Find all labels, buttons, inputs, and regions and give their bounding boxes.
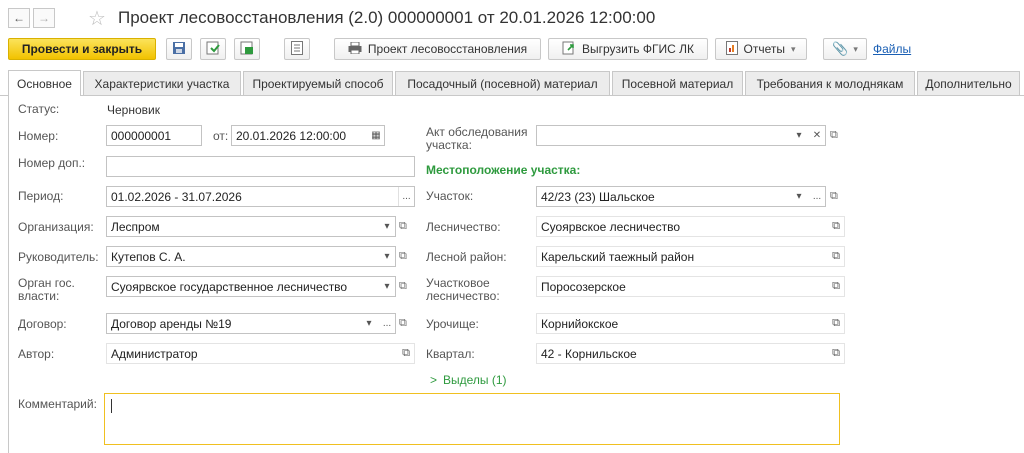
structure-button[interactable]: [284, 38, 310, 60]
quarter-label: Квартал:: [426, 347, 475, 361]
survey-field[interactable]: ▾ ✕: [536, 125, 826, 146]
open-link-icon[interactable]: ⧉: [399, 250, 407, 263]
tab-main[interactable]: Основное: [8, 70, 81, 96]
chevron-down-icon[interactable]: ▾: [379, 277, 395, 296]
open-link-icon[interactable]: ⧉: [830, 190, 838, 203]
open-link-icon[interactable]: ⧉: [828, 247, 844, 266]
project-print-button[interactable]: Проект лесовосстановления: [334, 38, 541, 60]
export-fgis-button[interactable]: Выгрузить ФГИС ЛК: [548, 38, 708, 60]
chevron-down-icon[interactable]: ▾: [379, 247, 395, 266]
plot-label: Участок:: [426, 189, 474, 203]
content-left-border: [8, 96, 9, 453]
tab-youngstock-requirements[interactable]: Требования к молоднякам: [745, 71, 915, 95]
back-button[interactable]: ←: [8, 8, 30, 28]
forestry-label: Лесничество:: [426, 220, 501, 234]
local-forestry-label-line2: лесничество:: [426, 289, 500, 303]
contract-field[interactable]: Договор аренды №19 ▾ ...: [106, 313, 396, 334]
favorite-star-icon[interactable]: ☆: [88, 6, 106, 31]
extra-number-field[interactable]: [106, 156, 415, 177]
open-link-icon[interactable]: ⧉: [828, 217, 844, 236]
window-title: Проект лесовосстановления (2.0) 00000000…: [118, 8, 656, 27]
authority-label-line2: власти:: [18, 289, 60, 303]
report-icon: [726, 40, 739, 58]
survey-label-line2: участка:: [426, 138, 472, 152]
number-field[interactable]: 000000001: [106, 125, 202, 146]
extra-number-label: Номер доп.:: [18, 156, 86, 170]
open-link-icon[interactable]: ⧉: [830, 129, 838, 142]
tab-additional[interactable]: Дополнительно: [917, 71, 1020, 95]
period-field[interactable]: 01.02.2026 - 31.07.2026 ...: [106, 186, 415, 207]
tab-designed-method[interactable]: Проектируемый способ: [243, 71, 393, 95]
export-icon: [562, 41, 576, 58]
plot-select-button[interactable]: ...: [809, 187, 825, 206]
open-link-icon[interactable]: ⧉: [399, 317, 407, 330]
save-button[interactable]: [166, 38, 192, 60]
open-link-icon[interactable]: ⧉: [828, 314, 844, 333]
paperclip-icon: 📎: [832, 41, 849, 56]
quarter-field: 42 - Корнильское ⧉: [536, 343, 845, 364]
org-label: Организация:: [18, 220, 94, 234]
plot-field[interactable]: 42/23 (23) Шальское ▾ ...: [536, 186, 826, 207]
location-section-header: Местоположение участка:: [426, 163, 581, 177]
contract-label: Договор:: [18, 317, 67, 331]
period-label: Период:: [18, 189, 64, 203]
contract-select-button[interactable]: ...: [379, 314, 395, 333]
active-tab-joiner: [9, 95, 80, 97]
tab-plot-characteristics[interactable]: Характеристики участка: [83, 71, 241, 95]
list-icon: [291, 40, 303, 58]
head-field[interactable]: Кутепов С. А. ▾: [106, 246, 396, 267]
open-link-icon[interactable]: ⧉: [828, 344, 844, 363]
period-select-button[interactable]: ...: [398, 187, 414, 206]
clear-icon[interactable]: ✕: [809, 126, 825, 145]
chevron-down-icon[interactable]: ▾: [361, 314, 377, 333]
printer-icon: [348, 41, 362, 57]
authority-field[interactable]: Суоярвское государственное лесничество ▾: [106, 276, 396, 297]
forest-district-field: Карельский таежный район ⧉: [536, 246, 845, 267]
chevron-down-icon: ▾: [790, 43, 796, 54]
calendar-icon[interactable]: ▦: [368, 126, 384, 145]
open-link-icon[interactable]: ⧉: [398, 344, 414, 363]
tabs-baseline: [0, 95, 1024, 96]
save-icon: [172, 41, 186, 58]
unpost-doc-icon: [240, 41, 254, 58]
attach-button[interactable]: 📎 ▾: [823, 38, 867, 60]
chevron-down-icon[interactable]: ▾: [379, 217, 395, 236]
post-doc-icon: [206, 41, 220, 58]
open-link-icon[interactable]: ⧉: [828, 277, 844, 296]
chevron-right-icon: >: [430, 373, 438, 387]
comment-label: Комментарий:: [18, 397, 97, 411]
head-label: Руководитель:: [18, 250, 99, 264]
chevron-down-icon[interactable]: ▾: [791, 126, 807, 145]
files-link[interactable]: Файлы: [873, 42, 911, 56]
local-forestry-field: Поросозерское ⧉: [536, 276, 845, 297]
allotments-group-toggle[interactable]: > Выделы (1): [430, 373, 507, 387]
tract-field: Корнийокское ⧉: [536, 313, 845, 334]
chevron-down-icon: ▾: [853, 43, 858, 54]
forward-button[interactable]: →: [33, 8, 55, 28]
chevron-down-icon[interactable]: ▾: [791, 187, 807, 206]
forestry-field: Суоярвское лесничество ⧉: [536, 216, 845, 237]
unpost-doc-button[interactable]: [234, 38, 260, 60]
open-link-icon[interactable]: ⧉: [399, 280, 407, 293]
forest-district-label: Лесной район:: [426, 250, 507, 264]
status-label: Статус:: [18, 102, 60, 116]
tab-planting-material[interactable]: Посадочный (посевной) материал: [395, 71, 610, 95]
post-doc-button[interactable]: [200, 38, 226, 60]
tract-label: Урочище:: [426, 317, 479, 331]
number-label: Номер:: [18, 129, 59, 143]
tab-seed-material[interactable]: Посевной материал: [612, 71, 743, 95]
org-field[interactable]: Леспром ▾: [106, 216, 396, 237]
open-link-icon[interactable]: ⧉: [399, 220, 407, 233]
author-field: Администратор ⧉: [106, 343, 415, 364]
comment-textarea[interactable]: [104, 393, 840, 445]
status-value: Черновик: [107, 103, 160, 117]
date-field[interactable]: 20.01.2026 12:00:00 ▦: [231, 125, 385, 146]
from-label: от:: [213, 129, 229, 143]
reports-button[interactable]: Отчеты ▾: [715, 38, 807, 60]
post-and-close-button[interactable]: Провести и закрыть: [8, 38, 156, 60]
author-label: Автор:: [18, 347, 55, 361]
text-caret: [111, 398, 112, 413]
